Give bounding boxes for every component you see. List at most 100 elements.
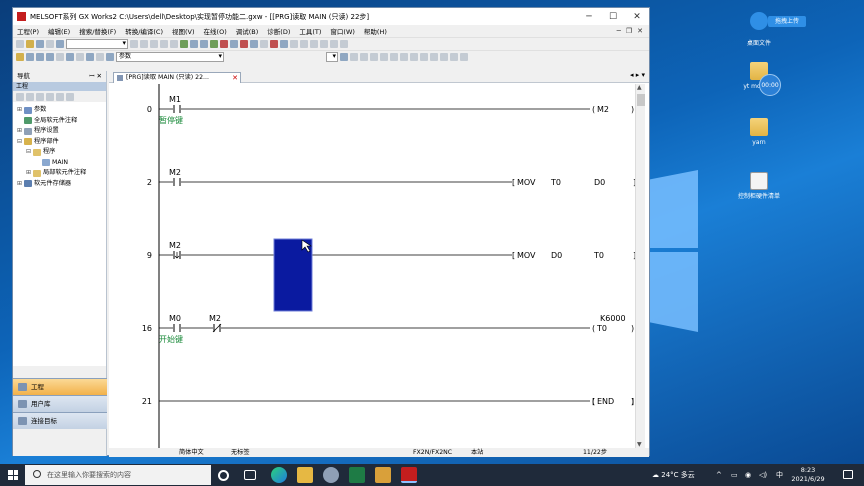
desktop-icon-files[interactable]: 桌面文件	[736, 12, 782, 48]
cut-icon[interactable]	[130, 40, 138, 48]
menu-debug[interactable]: 调试(B)	[236, 26, 259, 36]
menu-project[interactable]: 工程(P)	[17, 26, 39, 36]
nav-tool-3-icon[interactable]	[36, 92, 44, 101]
expand-toggle-icon[interactable]: ⊞	[17, 179, 24, 190]
desktop-icon-hardware-list[interactable]: 控制柜硬件清单	[736, 172, 782, 201]
new-icon[interactable]	[16, 40, 24, 48]
title-bar[interactable]: MELSOFT系列 GX Works2 C:\Users\dell\Deskto…	[13, 8, 649, 25]
device-icon[interactable]	[230, 40, 238, 48]
volume-icon[interactable]: ◁)	[759, 464, 767, 486]
tab-scroll-arrows[interactable]: ◂ ▸ ▾	[630, 71, 645, 79]
tree-item[interactable]: ⊟ 程序部件	[13, 137, 106, 148]
file-explorer-icon[interactable]	[297, 467, 313, 483]
menu-help[interactable]: 帮助(H)	[364, 26, 387, 36]
tab-close-icon[interactable]: ✕	[232, 73, 238, 83]
edge-icon[interactable]	[271, 467, 287, 483]
param-combo[interactable]: 参数	[116, 52, 224, 62]
mdi-restore-button[interactable]: ❐	[626, 27, 632, 35]
nav-tool-1-icon[interactable]	[16, 92, 24, 101]
scroll-thumb[interactable]	[637, 94, 645, 106]
vline-icon[interactable]	[420, 53, 428, 61]
expand-toggle-icon[interactable]: ⊟	[26, 147, 33, 158]
monitor-icon[interactable]	[210, 40, 218, 48]
menu-convert[interactable]: 转换/编译(C)	[125, 26, 163, 36]
weather-widget[interactable]: ☁ 24°C 多云	[652, 464, 695, 486]
comment-icon[interactable]	[76, 53, 84, 61]
nav-tool-2-icon[interactable]	[26, 92, 34, 101]
menu-diagnostics[interactable]: 诊断(D)	[267, 26, 290, 36]
tool-icon[interactable]	[260, 40, 268, 48]
jump-icon[interactable]	[340, 53, 348, 61]
taskbar-search[interactable]: 在这里输入你要搜索的内容	[25, 465, 211, 485]
tree-item[interactable]: ⊞ 局部软元件注释	[13, 168, 106, 179]
task-view-icon[interactable]	[244, 470, 256, 480]
param-icon[interactable]	[250, 40, 258, 48]
cross-ref-icon[interactable]	[36, 53, 44, 61]
nav-tool-4-icon[interactable]	[46, 92, 54, 101]
maximize-button[interactable]: ☐	[601, 12, 625, 22]
copy-icon[interactable]	[140, 40, 148, 48]
menu-tools[interactable]: 工具(T)	[299, 26, 321, 36]
toolbar-combo-4[interactable]	[326, 52, 338, 62]
scroll-down-icon[interactable]: ▼	[637, 441, 642, 448]
nav-pin-close[interactable]: ꟷ ✕	[89, 71, 102, 82]
alarm-icon[interactable]	[270, 40, 278, 48]
tree-item[interactable]: ⊞ 参数	[13, 105, 106, 116]
nav-button[interactable]: 用户库	[13, 395, 107, 412]
gx-works-taskbar-icon[interactable]	[401, 467, 417, 483]
falling-icon[interactable]	[440, 53, 448, 61]
tree-item[interactable]: ⊟ 程序	[13, 147, 106, 158]
ladder-tool-6-icon[interactable]	[340, 40, 348, 48]
help-icon[interactable]	[56, 40, 64, 48]
nav-tool-5-icon[interactable]	[56, 92, 64, 101]
zoom-icon[interactable]	[56, 53, 64, 61]
clock[interactable]: 8:23 2021/6/29	[788, 466, 828, 484]
tree-item[interactable]: 全局软元件注释	[13, 116, 106, 127]
vertical-scrollbar[interactable]: ▲ ▼	[635, 84, 645, 448]
paste-icon[interactable]	[150, 40, 158, 48]
notification-icon[interactable]	[843, 470, 853, 479]
rising-parallel-icon[interactable]	[450, 53, 458, 61]
app-icon-2[interactable]	[375, 467, 391, 483]
tree-item[interactable]: ⊞ 软元件存储器	[13, 179, 106, 190]
window-icon[interactable]	[280, 40, 288, 48]
close-button[interactable]: ✕	[625, 12, 649, 22]
contact-no-icon[interactable]	[350, 53, 358, 61]
write-plc-icon[interactable]	[200, 40, 208, 48]
watch-icon[interactable]	[66, 53, 74, 61]
tab-main-program[interactable]: [PRG]读取 MAIN (只读) 22... ✕	[113, 72, 241, 83]
read-plc-icon[interactable]	[190, 40, 198, 48]
parallel-nc-icon[interactable]	[380, 53, 388, 61]
ladder-diagram[interactable]: 0M1暂停键()M22M2[MOVT0D0]9M2[MOVD0T0]16M0开始…	[109, 84, 645, 448]
menu-window[interactable]: 窗口(W)	[330, 26, 355, 36]
cortana-icon[interactable]	[218, 470, 229, 481]
network-icon[interactable]: ◉	[745, 464, 751, 486]
stop-monitor-icon[interactable]	[220, 40, 228, 48]
expand-toggle-icon[interactable]: ⊞	[17, 105, 24, 116]
app-icon-1[interactable]	[323, 467, 339, 483]
nav-tool-6-icon[interactable]	[66, 92, 74, 101]
open-icon[interactable]	[26, 40, 34, 48]
expand-toggle-icon[interactable]: ⊞	[26, 168, 33, 179]
coil-icon[interactable]	[390, 53, 398, 61]
start-button[interactable]	[8, 470, 18, 480]
diag-icon[interactable]	[240, 40, 248, 48]
device-list-icon[interactable]	[46, 53, 54, 61]
contact-nc-icon[interactable]	[360, 53, 368, 61]
ladder-tool-5-icon[interactable]	[330, 40, 338, 48]
ladder-tool-2-icon[interactable]	[300, 40, 308, 48]
instruction-icon[interactable]	[400, 53, 408, 61]
tree-item[interactable]: ⊞ 程序设置	[13, 126, 106, 137]
menu-edit[interactable]: 编辑(E)	[48, 26, 70, 36]
parallel-no-icon[interactable]	[370, 53, 378, 61]
ime-indicator[interactable]: 中	[776, 464, 783, 486]
nav-button[interactable]: 连接目标	[13, 412, 107, 429]
nav-button[interactable]: 工程	[13, 378, 107, 395]
project-icon[interactable]	[16, 53, 24, 61]
hline-icon[interactable]	[410, 53, 418, 61]
toolbar-combo-1[interactable]	[66, 39, 128, 49]
menu-online[interactable]: 在线(O)	[204, 26, 227, 36]
mdi-minimize-button[interactable]: ─	[617, 27, 621, 35]
ladder-tool-4-icon[interactable]	[320, 40, 328, 48]
convert-icon[interactable]	[180, 40, 188, 48]
